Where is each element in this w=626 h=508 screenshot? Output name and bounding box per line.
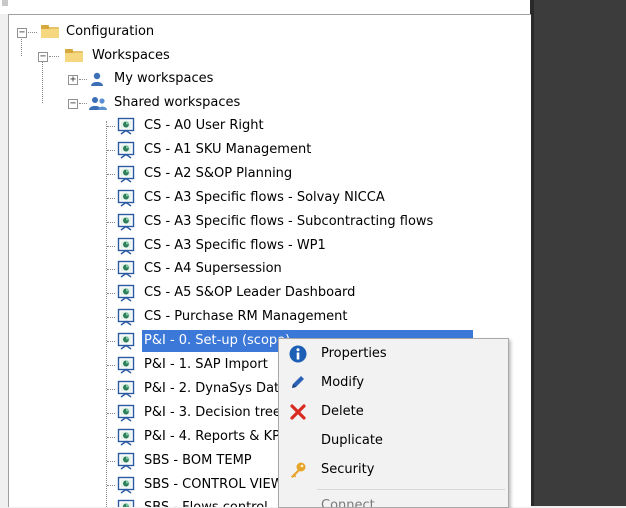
tree-line xyxy=(107,341,115,343)
menu-item-label: Connect xyxy=(321,498,375,508)
menu-item-label: Properties xyxy=(321,346,387,361)
users-icon xyxy=(89,97,107,110)
collapse-icon[interactable]: − xyxy=(17,28,27,38)
workspace-icon xyxy=(117,285,135,302)
workspace-item-label: P&I - 2. DynaSys Data xyxy=(144,380,288,396)
workspace-icon xyxy=(117,356,135,374)
workspace-item-label: P&I - 4. Reports & KPIs xyxy=(144,428,291,444)
tree-node-label: My workspaces xyxy=(114,71,214,86)
menu-item-properties[interactable]: Properties xyxy=(280,340,506,368)
tree-line xyxy=(107,245,115,247)
tree-line xyxy=(107,126,115,127)
menu-item-label: Security xyxy=(321,462,375,477)
tree-line xyxy=(107,221,115,223)
tree-line xyxy=(107,412,115,414)
workspace-item[interactable]: CS - A0 User Right xyxy=(9,115,529,137)
tree-line xyxy=(107,365,115,366)
context-menu: Properties Modify Delete Duplicate Secur… xyxy=(278,338,509,508)
tree-node-label: Configuration xyxy=(66,24,155,39)
workspace-icon xyxy=(117,308,135,326)
pencil-icon xyxy=(292,376,304,388)
workspace-item[interactable]: CS - A4 Supersession xyxy=(9,258,529,280)
tree-node-label: Workspaces xyxy=(92,48,170,63)
menu-item-label: Modify xyxy=(321,375,365,390)
workspace-item-label: CS - A3 Specific flows - Solvay NICCA xyxy=(144,189,385,205)
tree-node-my-workspaces[interactable]: + My workspaces xyxy=(9,68,529,90)
tree-line xyxy=(107,197,115,199)
workspace-item[interactable]: CS - A3 Specific flows - Subcontracting … xyxy=(9,211,529,233)
tree-line xyxy=(28,32,37,33)
top-strip xyxy=(0,0,530,14)
workspace-item-label: SBS - CONTROL VIEW xyxy=(144,476,284,492)
menu-item-modify[interactable]: Modify xyxy=(280,369,506,397)
workspace-item[interactable]: CS - A3 Specific flows - Solvay NICCA xyxy=(9,187,529,209)
workspace-icon xyxy=(117,404,135,422)
workspace-item-label: CS - A2 S&OP Planning xyxy=(144,165,293,181)
collapse-icon[interactable]: − xyxy=(38,52,48,62)
user-icon xyxy=(91,72,103,86)
workspace-icon xyxy=(117,452,135,470)
workspace-icon xyxy=(117,117,135,135)
tree-line xyxy=(107,293,115,295)
workspace-item-label: P&I - 1. SAP Import xyxy=(144,357,268,372)
workspace-icon xyxy=(117,380,135,398)
workspace-icon xyxy=(117,141,135,159)
workspace-icon xyxy=(117,237,135,255)
workspace-icon xyxy=(117,261,135,278)
info-icon xyxy=(289,345,307,363)
expand-icon[interactable]: + xyxy=(68,75,78,85)
workspace-item[interactable]: CS - A3 Specific flows - WP1 xyxy=(9,235,529,257)
tree-line xyxy=(107,317,115,319)
workspace-item-label: CS - A1 SKU Management xyxy=(144,141,312,157)
tree-line xyxy=(107,149,115,151)
menu-item-duplicate[interactable]: Duplicate xyxy=(280,427,506,455)
key-icon xyxy=(291,462,306,478)
side-panel xyxy=(530,0,626,506)
workspace-item-label: CS - A3 Specific flows - WP1 xyxy=(144,237,326,253)
x-icon xyxy=(290,404,306,420)
menu-item-delete[interactable]: Delete xyxy=(280,398,506,426)
workspace-icon xyxy=(117,213,135,231)
tree-node-shared-workspaces[interactable]: − Shared workspaces xyxy=(9,92,529,114)
workspace-item-label: CS - Purchase RM Management xyxy=(144,309,348,325)
folder-icon xyxy=(41,25,59,38)
workspace-icon xyxy=(117,165,135,183)
tree-node-workspaces[interactable]: − Workspaces xyxy=(9,45,529,67)
menu-separator xyxy=(317,489,505,490)
tree-node-label: Shared workspaces xyxy=(114,95,241,110)
workspace-item-label: CS - A0 User Right xyxy=(144,118,264,133)
menu-item-security[interactable]: Security xyxy=(280,456,506,484)
workspace-icon xyxy=(117,476,135,494)
workspace-item[interactable]: CS - A2 S&OP Planning xyxy=(9,163,529,185)
folder-icon xyxy=(65,49,83,62)
tree-node-configuration[interactable]: − Configuration xyxy=(9,21,529,43)
tree-line xyxy=(107,436,115,438)
tree-line xyxy=(107,388,115,390)
tree-line xyxy=(107,460,115,462)
tree-line xyxy=(107,173,115,175)
tree-line xyxy=(79,79,87,80)
workspace-item-label: CS - A3 Specific flows - Subcontracting … xyxy=(144,213,434,229)
workspace-icon xyxy=(117,189,135,207)
workspace-icon xyxy=(117,428,135,446)
workspace-item-label: CS - A4 Supersession xyxy=(144,261,282,277)
workspace-item[interactable]: CS - A1 SKU Management xyxy=(9,139,529,161)
workspace-item-label: SBS - BOM TEMP xyxy=(144,452,252,468)
workspace-item[interactable]: CS - A5 S&OP Leader Dashboard xyxy=(9,282,529,304)
workspace-item[interactable]: CS - Purchase RM Management xyxy=(9,306,529,328)
collapse-icon[interactable]: − xyxy=(68,99,78,109)
menu-item-label: Duplicate xyxy=(321,433,383,448)
workspace-icon xyxy=(117,332,135,350)
workspace-item-label: P&I - 3. Decision tree xyxy=(144,404,281,420)
tree-line xyxy=(107,269,115,271)
tree-line xyxy=(107,484,115,486)
tree-line xyxy=(49,56,59,57)
menu-item-label: Delete xyxy=(321,404,364,419)
tree-line xyxy=(79,103,87,104)
workspace-item-label: CS - A5 S&OP Leader Dashboard xyxy=(144,285,356,301)
